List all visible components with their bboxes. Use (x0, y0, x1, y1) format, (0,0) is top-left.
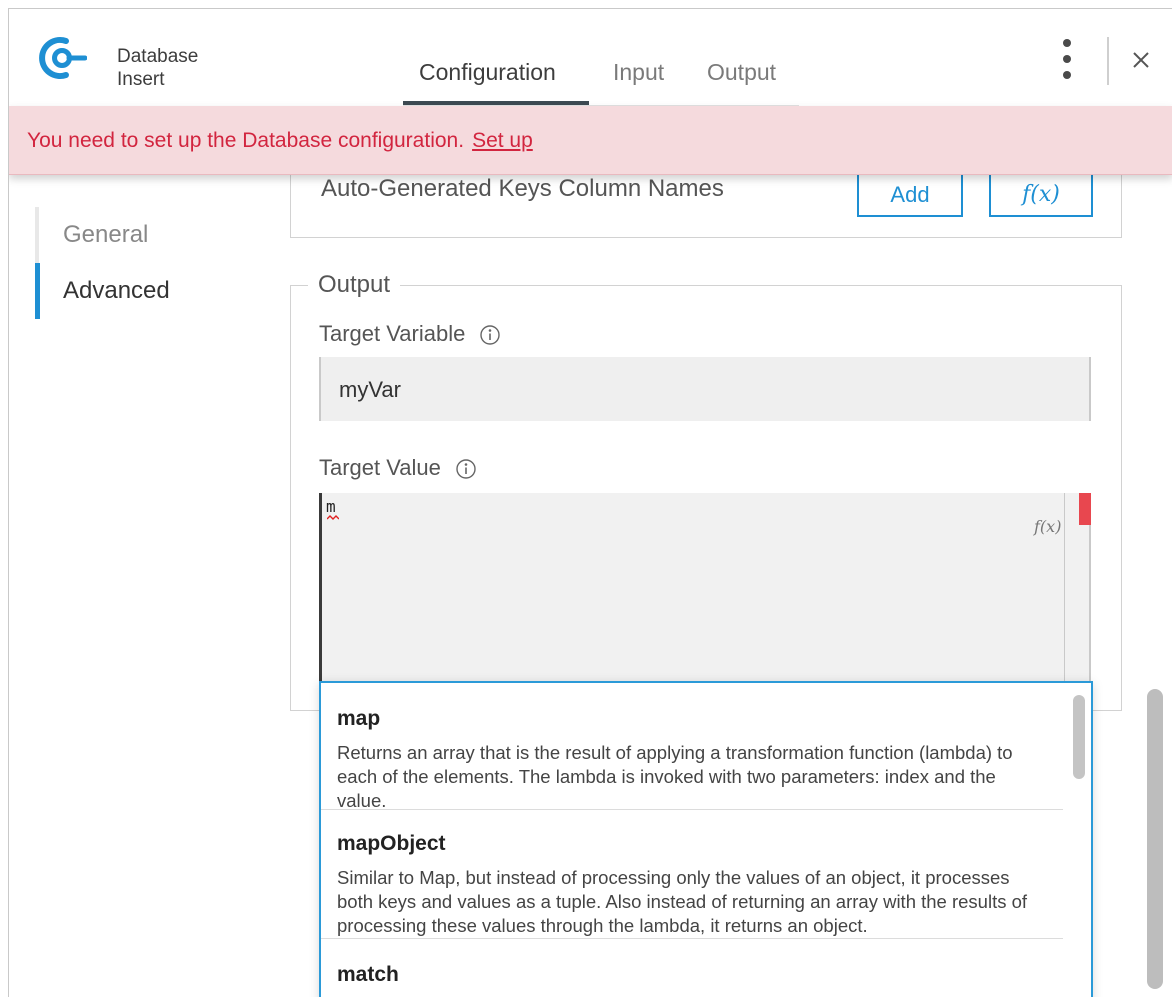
fx-indicator[interactable]: f(x) (1034, 517, 1061, 536)
component-title-line2: Insert (117, 69, 165, 90)
output-section-title: Output (308, 271, 401, 299)
close-icon[interactable] (1128, 47, 1154, 73)
nav-item-general[interactable]: General (63, 221, 148, 249)
add-button[interactable]: Add (857, 173, 963, 217)
tab-output[interactable]: Output (707, 59, 776, 86)
autocomplete-item-mapobject[interactable]: mapObject Similar to Map, but instead of… (321, 810, 1063, 939)
component-title: Database Insert (117, 45, 198, 91)
alert-message: You need to set up the Database configur… (27, 129, 465, 152)
autocomplete-item-name: map (337, 707, 381, 730)
autocomplete-item-description: Similar to Map, but instead of processin… (337, 867, 1028, 936)
target-value-label: Target Value (319, 455, 441, 480)
code-editor-text: m (326, 497, 336, 516)
autocomplete-item-name: match (337, 963, 399, 986)
autocomplete-item-match[interactable]: match (321, 939, 1063, 997)
alert-message-row: You need to set up the Database configur… (27, 129, 533, 153)
panel-header: Database Insert Configuration Input Outp… (9, 9, 1172, 106)
nav-active-indicator (35, 263, 40, 319)
editor-scrollbar-divider (1064, 493, 1065, 693)
header-divider (1107, 37, 1109, 85)
target-value-editor[interactable]: m f(x) (319, 493, 1091, 693)
target-variable-label-row: Target Variable (319, 321, 501, 347)
tab-input[interactable]: Input (613, 59, 664, 86)
target-variable-value: myVar (339, 377, 401, 402)
tab-bar: Configuration Input Output (403, 9, 799, 106)
autocomplete-dropdown: map Returns an array that is the result … (319, 681, 1093, 997)
more-options-icon[interactable] (1057, 39, 1077, 79)
autocomplete-item-map[interactable]: map Returns an array that is the result … (321, 683, 1063, 810)
target-variable-input[interactable]: myVar (319, 357, 1091, 421)
autocomplete-scrollbar[interactable] (1065, 683, 1091, 997)
nav-item-advanced[interactable]: Advanced (63, 277, 170, 305)
tab-configuration[interactable]: Configuration (419, 59, 556, 86)
component-title-line1: Database (117, 46, 199, 67)
target-value-label-row: Target Value (319, 455, 477, 481)
connector-logo-icon (39, 37, 87, 79)
active-tab-indicator (403, 101, 589, 105)
target-variable-label: Target Variable (319, 321, 466, 346)
expression-toggle-button[interactable]: f(x) (989, 173, 1093, 217)
error-squiggle-icon (327, 515, 339, 520)
error-marker (1079, 493, 1091, 525)
generated-keys-label: Auto-Generated Keys Column Names (321, 175, 724, 202)
info-icon[interactable] (455, 458, 477, 480)
database-insert-panel: Database Insert Configuration Input Outp… (8, 8, 1172, 997)
configuration-alert-banner: You need to set up the Database configur… (9, 106, 1172, 175)
autocomplete-item-description: Returns an array that is the result of a… (337, 742, 1013, 810)
page-scrollbar-thumb[interactable] (1147, 689, 1163, 989)
autocomplete-scroll-thumb[interactable] (1073, 695, 1085, 779)
setup-link[interactable]: Set up (472, 129, 533, 152)
autocomplete-item-name: mapObject (337, 832, 446, 855)
info-icon[interactable] (479, 324, 501, 346)
